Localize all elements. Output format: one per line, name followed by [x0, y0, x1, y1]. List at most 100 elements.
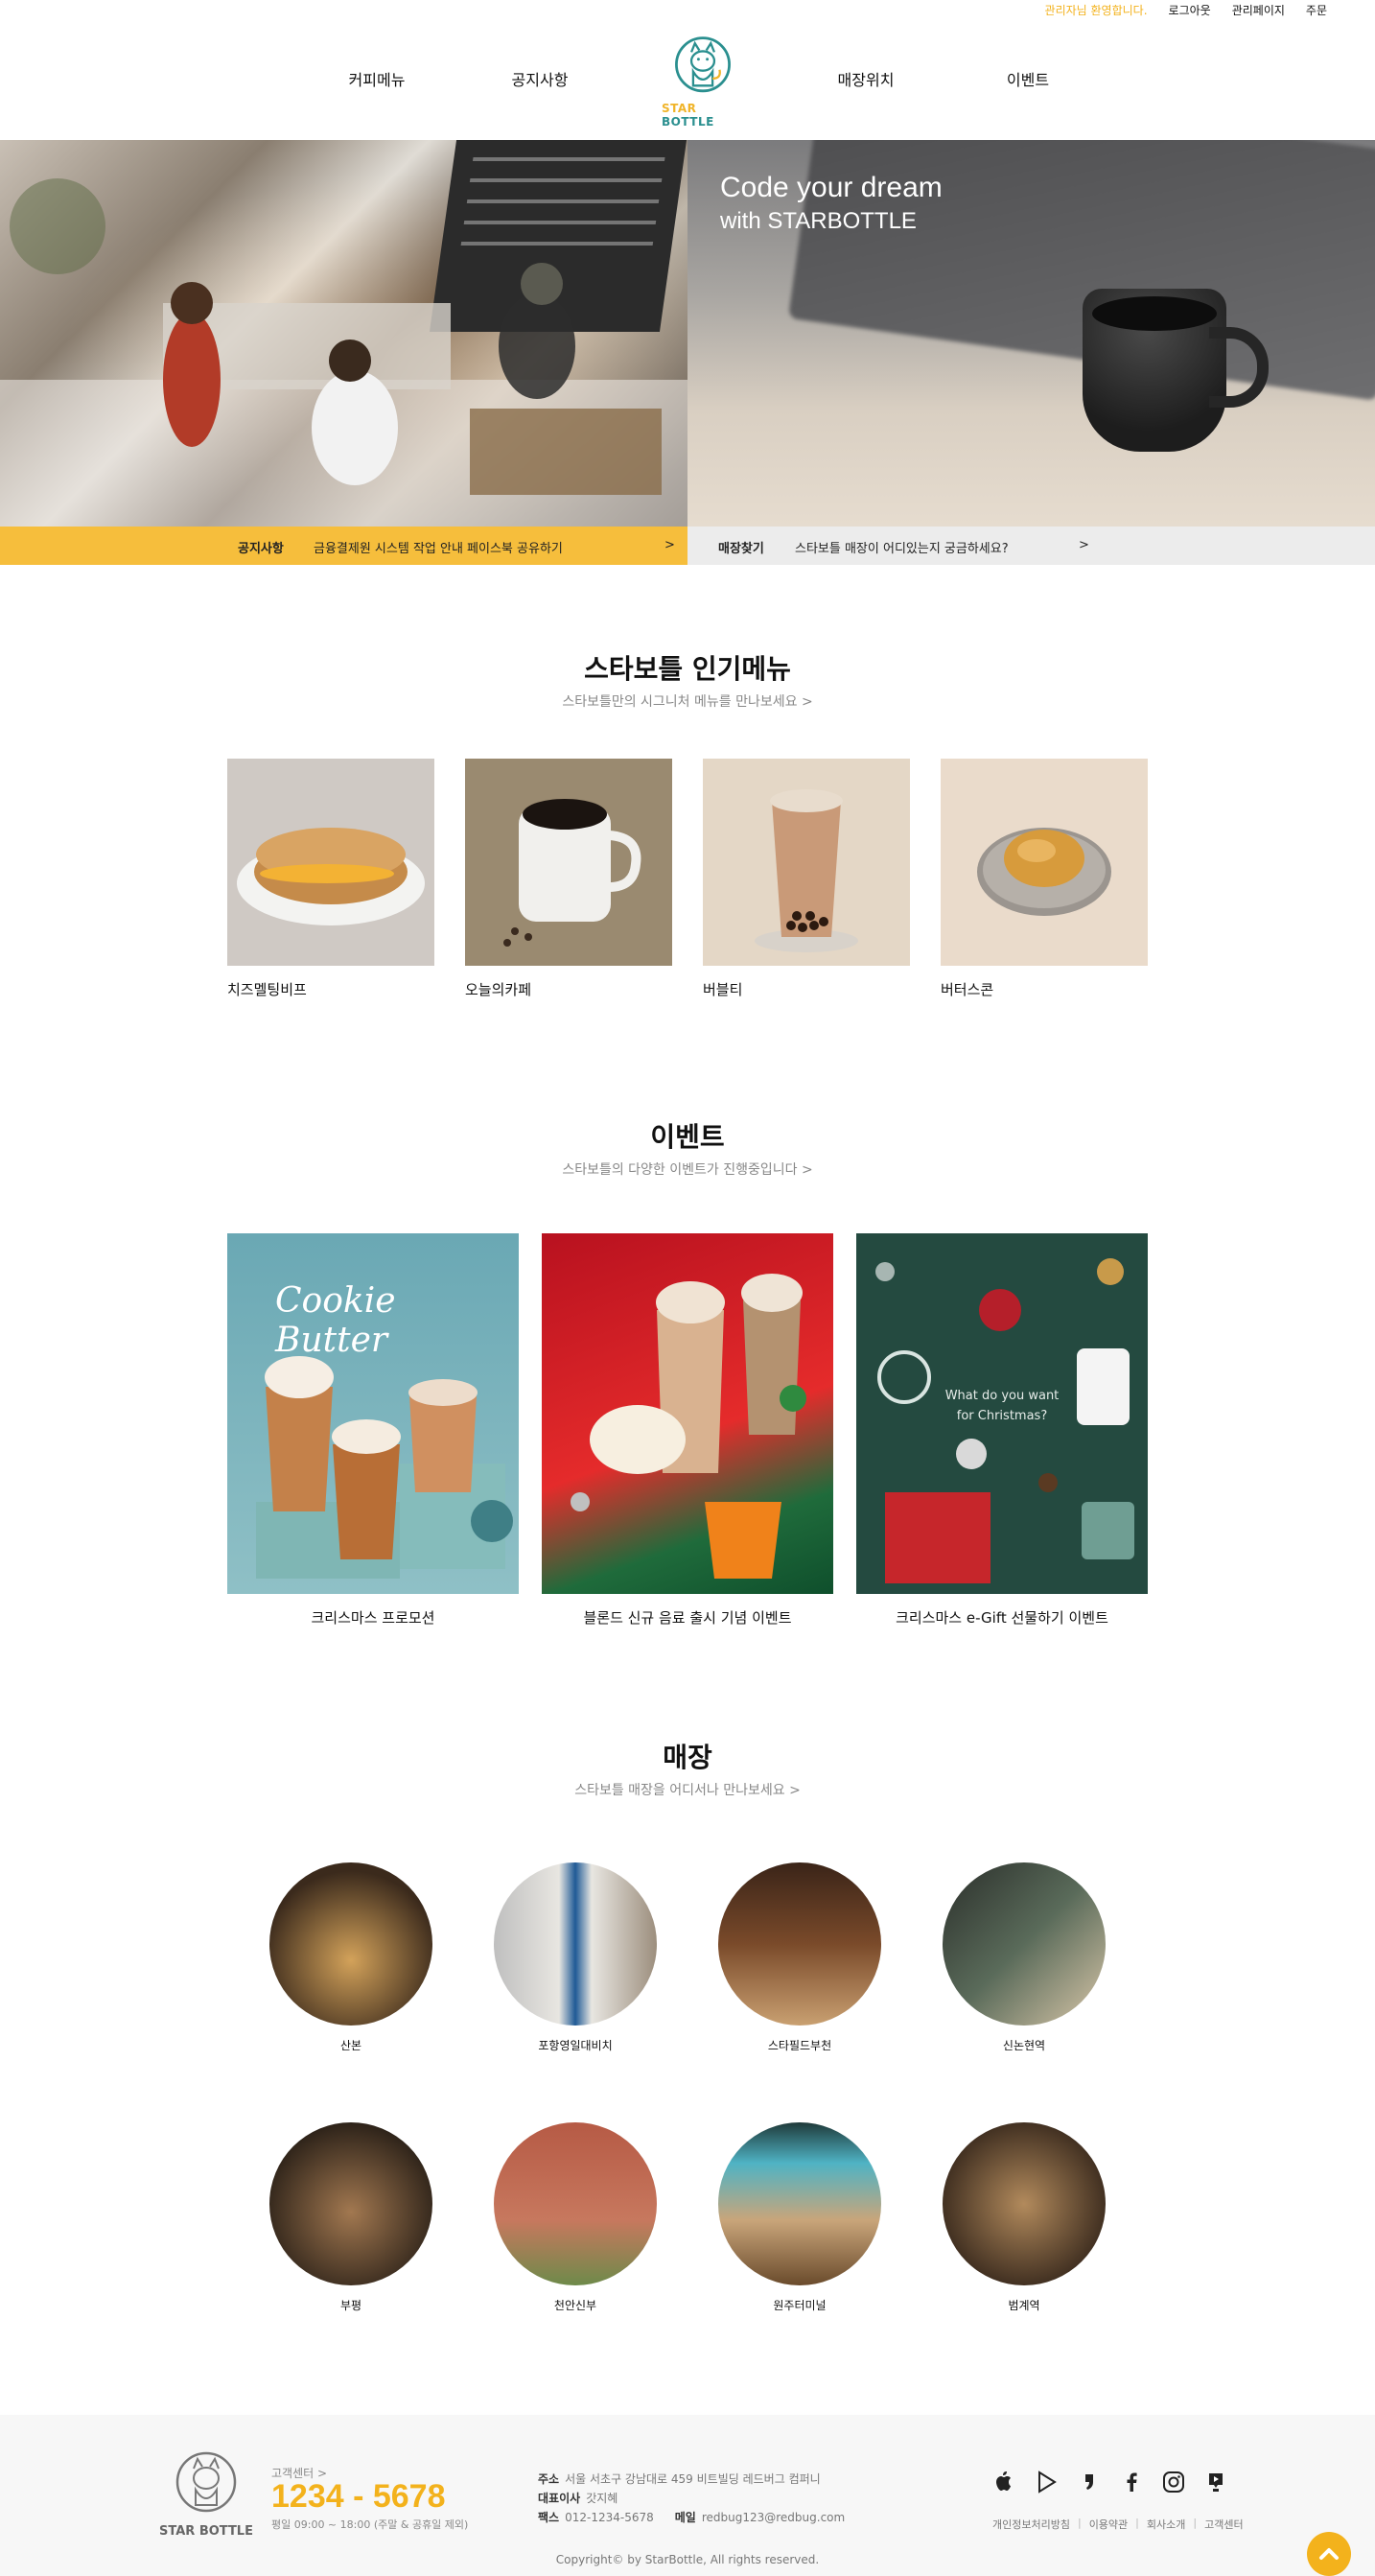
menu-item-today-cafe[interactable]: 오늘의카페 [465, 759, 672, 999]
customer-phone: 1234 - 5678 [271, 2478, 446, 2515]
menu-name: 버블티 [703, 981, 743, 998]
youtube-icon[interactable] [1202, 2469, 1229, 2495]
menu-image[interactable] [227, 759, 434, 966]
logout-link[interactable]: 로그아웃 [1169, 2, 1211, 18]
cafe-scene [0, 178, 688, 527]
nav-store-location[interactable]: 매장위치 [838, 67, 895, 90]
store-find-text[interactable]: 스타보틀 매장이 어디있는지 궁금하세요? [795, 538, 1009, 556]
menu-image[interactable] [465, 759, 672, 966]
store-image[interactable] [269, 2122, 432, 2285]
store-name: 산본 [339, 2039, 362, 2052]
admin-page-link[interactable]: 관리페이지 [1232, 2, 1285, 18]
chevron-up-icon [1319, 2548, 1339, 2560]
store-bupyeong[interactable]: 부평 [269, 2122, 432, 2313]
store-cheonan-sinbu[interactable]: 천안신부 [494, 2122, 657, 2313]
store-image[interactable] [718, 1862, 881, 2026]
email-label: 메일 [674, 2511, 696, 2524]
google-play-icon[interactable] [1034, 2469, 1060, 2495]
site-logo[interactable]: STAR BOTTLE [662, 35, 744, 129]
popular-menu-title: 스타보틀 인기메뉴 [584, 653, 791, 685]
utility-bar: 관리자님 환영합니다. 로그아웃 관리페이지 주문 [1045, 0, 1327, 19]
store-sanbon[interactable]: 산본 [269, 1862, 432, 2053]
menu-item-bubble-tea[interactable]: 버블티 [703, 759, 910, 999]
nav-event[interactable]: 이벤트 [1007, 67, 1049, 90]
store-section-subtitle[interactable]: 스타보틀 매장을 어디서나 만나보세요 > [0, 1780, 1375, 1799]
notice-bar[interactable]: 공지사항 금융결제원 시스템 작업 안내 페이스북 공유하기 > [0, 527, 688, 565]
copyright: Copyright© by StarBottle, All rights res… [555, 2553, 820, 2566]
menu-item-butter-scone[interactable]: 버터스콘 [941, 759, 1148, 999]
footer: STAR BOTTLE 고객센터 > 1234 - 5678 평일 09:00 … [0, 2415, 1375, 2576]
ceo-label: 대표이사 [538, 2492, 581, 2505]
apple-icon[interactable] [991, 2469, 1018, 2495]
event-name: 블론드 신규 음료 출시 기념 이벤트 [583, 1609, 792, 1627]
store-find-label: 매장찾기 [718, 542, 764, 556]
address-value: 서울 서초구 강남대로 459 비트빌딩 레드버그 컴퍼니 [565, 2472, 821, 2486]
footer-links: 개인정보처리방침 | 이용약관 | 회사소개 | 고객센터 [992, 2517, 1244, 2532]
customer-hours: 평일 09:00 ~ 18:00 (주말 & 공휴일 제외) [271, 2518, 469, 2531]
store-image[interactable] [718, 2122, 881, 2285]
store-sinnonhyeon[interactable]: 신논현역 [943, 1862, 1106, 2053]
fax-value: 012-1234-5678 [565, 2511, 654, 2524]
store-wonju-terminal[interactable]: 원주터미널 [718, 2122, 881, 2313]
event-image[interactable]: Cookie Butter [227, 1233, 519, 1594]
hero-title-line2: with STARBOTTLE [720, 208, 917, 234]
facebook-icon[interactable] [1118, 2469, 1145, 2495]
menu-image[interactable] [941, 759, 1148, 966]
store-beomgye[interactable]: 범계역 [943, 2122, 1106, 2313]
order-link[interactable]: 주문 [1306, 2, 1327, 18]
store-image[interactable] [269, 1862, 432, 2026]
customer-center-footer-link[interactable]: 고객센터 [1204, 2517, 1243, 2532]
event-image[interactable] [542, 1233, 833, 1594]
hero-cafe-image [0, 140, 688, 527]
event-card-egift[interactable]: What do you want for Christmas? 크리스마스 e-… [856, 1233, 1148, 1628]
xmas-text-line1: What do you want [944, 1389, 1060, 1403]
company-address: 주소 서울 서초구 강남대로 459 비트빌딩 레드버그 컴퍼니 [538, 2471, 821, 2487]
xmas-text: What do you want for Christmas? [856, 1387, 1148, 1427]
company-ceo: 대표이사 갓지혜 [538, 2490, 618, 2506]
popular-menu-subtitle[interactable]: 스타보틀만의 시그니처 메뉴를 만나보세요 > [0, 691, 1375, 711]
menu-image[interactable] [703, 759, 910, 966]
blog-icon[interactable] [1076, 2469, 1103, 2495]
nav-notice[interactable]: 공지사항 [512, 67, 569, 90]
scroll-to-top-button[interactable] [1307, 2532, 1351, 2576]
store-image[interactable] [494, 1862, 657, 2026]
event-card-blonde-launch[interactable]: 블론드 신규 음료 출시 기념 이벤트 [542, 1233, 833, 1628]
sandwich-icon [237, 828, 425, 925]
event-name: 크리스마스 프로모션 [311, 1609, 435, 1627]
event-image[interactable]: What do you want for Christmas? [856, 1233, 1148, 1594]
event-section-title: 이벤트 [650, 1121, 725, 1153]
notice-arrow[interactable]: > [664, 538, 675, 552]
hero-coffee-image: Code your dream with STARBOTTLE [688, 140, 1375, 527]
hero-title: Code your dream with STARBOTTLE [720, 169, 943, 236]
footer-logo[interactable]: STAR BOTTLE [158, 2449, 254, 2539]
store-name: 범계역 [1008, 2299, 1040, 2312]
nav-coffee-menu[interactable]: 커피메뉴 [349, 67, 406, 90]
privacy-policy-link[interactable]: 개인정보처리방침 [992, 2517, 1070, 2532]
footer-logo-text: STAR BOTTLE [159, 2524, 253, 2539]
hero-banner: Code your dream with STARBOTTLE [0, 140, 1375, 527]
event-section-subtitle[interactable]: 스타보틀의 다양한 이벤트가 진행중입니다 > [0, 1159, 1375, 1179]
store-image[interactable] [943, 1862, 1106, 2026]
menu-item-cheese-beef[interactable]: 치즈멜팅비프 [227, 759, 434, 999]
notice-text[interactable]: 금융결제원 시스템 작업 안내 페이스북 공유하기 [314, 538, 563, 556]
divider: | [1193, 2517, 1198, 2529]
email-value[interactable]: redbug123@redbug.com [702, 2511, 845, 2524]
event-card-christmas-promo[interactable]: Cookie Butter 크리스마스 프로모션 [227, 1233, 519, 1628]
store-find-bar[interactable]: 매장찾기 스타보틀 매장이 어디있는지 궁금하세요? > [688, 527, 1375, 565]
logo-text: STAR BOTTLE [662, 102, 744, 129]
store-name: 천안신부 [553, 2299, 597, 2312]
instagram-icon[interactable] [1160, 2469, 1187, 2495]
company-intro-link[interactable]: 회사소개 [1147, 2517, 1185, 2532]
xmas-text-line2: for Christmas? [956, 1408, 1048, 1423]
event-name: 크리스마스 e-Gift 선물하기 이벤트 [896, 1609, 1108, 1627]
store-section-title: 매장 [663, 1742, 712, 1773]
store-pohang[interactable]: 포항영일대비치 [494, 1862, 657, 2053]
store-image[interactable] [494, 2122, 657, 2285]
divider: | [1077, 2517, 1082, 2529]
terms-link[interactable]: 이용약관 [1089, 2517, 1128, 2532]
store-image[interactable] [943, 2122, 1106, 2285]
logo-cat-icon [675, 36, 731, 93]
store-find-arrow[interactable]: > [1079, 538, 1089, 552]
store-starfield-bucheon[interactable]: 스타필드부천 [718, 1862, 881, 2053]
main-nav: 커피메뉴 공지사항 STAR BOTTLE 매장위치 이벤트 [0, 35, 1375, 140]
